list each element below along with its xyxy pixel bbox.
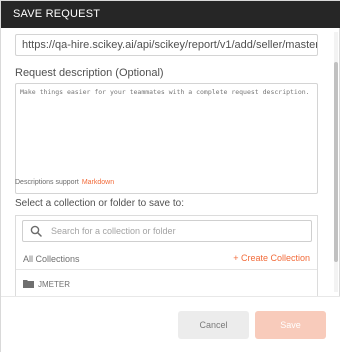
create-collection-link[interactable]: + Create Collection (233, 253, 310, 263)
description-textarea[interactable] (15, 83, 318, 194)
description-support-note: Descriptions support Markdown (15, 179, 114, 186)
collection-picker: Search for a collection or folder All Co… (15, 215, 318, 296)
dialog-footer: Cancel Save (1, 296, 340, 352)
dialog-titlebar: SAVE REQUEST (1, 1, 340, 28)
markdown-link[interactable]: Markdown (82, 179, 114, 186)
collection-search-input[interactable]: Search for a collection or folder (22, 220, 312, 242)
save-to-label: Select a collection or folder to save to… (15, 198, 184, 209)
collection-name: JMETER (38, 280, 70, 289)
dialog-scrollbar[interactable] (334, 32, 338, 292)
description-label: Request description (Optional) (15, 67, 164, 79)
scrollbar-thumb[interactable] (334, 62, 338, 262)
cancel-button[interactable]: Cancel (178, 311, 249, 339)
dialog-title: SAVE REQUEST (13, 8, 101, 20)
all-collections-label: All Collections (23, 254, 80, 264)
folder-icon (23, 280, 34, 288)
dialog-body: https://qa-hire.scikey.ai/api/scikey/rep… (1, 28, 340, 296)
collection-list-item[interactable]: JMETER (16, 271, 317, 296)
search-icon (30, 225, 42, 237)
collections-header: All Collections + Create Collection (16, 246, 317, 270)
search-placeholder: Search for a collection or folder (51, 226, 176, 236)
save-button[interactable]: Save (255, 311, 326, 339)
request-url-field[interactable]: https://qa-hire.scikey.ai/api/scikey/rep… (15, 34, 318, 56)
description-support-text: Descriptions support (15, 179, 79, 186)
save-request-dialog: SAVE REQUEST https://qa-hire.scikey.ai/a… (0, 0, 340, 352)
